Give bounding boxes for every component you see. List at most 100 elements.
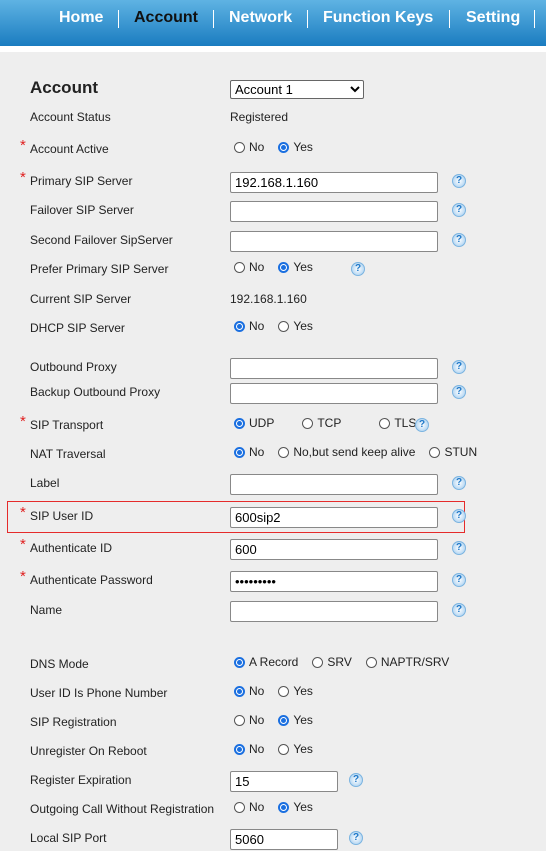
field-label: Account Status	[30, 110, 111, 124]
radio-circle[interactable]	[278, 685, 290, 697]
control-second-failover-sipserver	[230, 231, 438, 252]
row-outgoing-call-without-registration: Outgoing Call Without Registration No Yes	[0, 798, 546, 822]
radio-circle[interactable]	[312, 656, 324, 668]
radio-no[interactable]: No	[230, 713, 264, 727]
outbound-proxy-input[interactable]	[230, 358, 438, 379]
field-label: Local SIP Port	[30, 831, 107, 845]
backup-outbound-proxy-input[interactable]	[230, 383, 438, 404]
radio-no[interactable]: No	[230, 445, 264, 459]
radio-circle[interactable]	[278, 446, 290, 458]
radio-circle[interactable]	[234, 743, 245, 755]
radio-no[interactable]: No	[230, 684, 264, 698]
radio-yes[interactable]: Yes	[274, 319, 313, 333]
radio-no[interactable]: No	[230, 260, 264, 274]
failover-sip-server-input[interactable]	[230, 201, 438, 222]
radio-udp[interactable]: UDP	[230, 416, 274, 430]
control-local-sip-port	[230, 829, 338, 850]
row-current-sip-server: Current SIP Server 192.168.1.160	[0, 288, 546, 312]
radio-label: STUN	[444, 445, 478, 459]
radio-circle[interactable]	[234, 320, 245, 332]
help-icon[interactable]: ?	[452, 360, 466, 374]
row-sip-transport: * SIP Transport UDP TCP TLS?	[0, 413, 546, 438]
label-input[interactable]	[230, 474, 438, 495]
radio-yes[interactable]: Yes	[274, 260, 313, 274]
radio-label: No,but send keep alive	[293, 445, 416, 459]
radio-circle[interactable]	[278, 743, 290, 755]
radio-circle[interactable]	[234, 417, 245, 429]
help-icon[interactable]: ?	[452, 233, 466, 247]
register-expiration-input[interactable]	[230, 771, 338, 792]
radio-circle[interactable]	[278, 320, 290, 332]
radio-circle[interactable]	[234, 685, 245, 697]
control-account-status: Registered	[230, 110, 288, 124]
help-icon[interactable]: ?	[452, 203, 466, 217]
radio-label: No	[249, 319, 265, 333]
radio-circle[interactable]	[379, 417, 391, 429]
radio-naptr-srv[interactable]: NAPTR/SRV	[362, 655, 449, 669]
radio-no[interactable]: No	[230, 319, 264, 333]
nav-tab-setting[interactable]: Setting	[466, 9, 520, 27]
nav-tab-network[interactable]: Network	[229, 9, 292, 27]
radio-a-record[interactable]: A Record	[230, 655, 298, 669]
radio-no[interactable]: No	[230, 742, 264, 756]
radio-circle[interactable]	[278, 801, 290, 813]
radio-yes[interactable]: Yes	[274, 140, 313, 154]
help-icon[interactable]: ?	[349, 773, 363, 787]
local-sip-port-input[interactable]	[230, 829, 338, 850]
radio-yes[interactable]: Yes	[274, 742, 313, 756]
field-label: Authenticate ID	[30, 541, 113, 555]
radio-circle[interactable]	[365, 656, 377, 668]
help-icon[interactable]: ?	[452, 476, 466, 490]
row-primary-sip-server: * Primary SIP Server?	[0, 169, 546, 194]
name-input[interactable]	[230, 601, 438, 622]
radio-circle[interactable]	[429, 446, 441, 458]
help-icon[interactable]: ?	[349, 831, 363, 845]
radio-yes[interactable]: Yes	[274, 684, 313, 698]
field-label: NAT Traversal	[30, 447, 106, 461]
radio-circle[interactable]	[278, 714, 290, 726]
radio-label: No	[249, 713, 265, 727]
radio-circle[interactable]	[234, 141, 245, 153]
help-icon[interactable]: ?	[351, 262, 365, 276]
sip-user-id-input[interactable]	[230, 507, 438, 528]
field-label: Outbound Proxy	[30, 360, 117, 374]
nav-tab-home[interactable]: Home	[59, 9, 103, 27]
help-icon[interactable]: ?	[452, 573, 466, 587]
radio-circle[interactable]	[234, 714, 245, 726]
field-label: Register Expiration	[30, 773, 132, 787]
radio-tls[interactable]: TLS	[375, 416, 416, 430]
authenticate-id-input[interactable]	[230, 539, 438, 560]
radio-no[interactable]: No	[230, 140, 264, 154]
help-icon[interactable]: ?	[452, 385, 466, 399]
radio-circle[interactable]	[278, 261, 290, 273]
help-icon[interactable]: ?	[452, 603, 466, 617]
radio-yes[interactable]: Yes	[274, 713, 313, 727]
radio-stun[interactable]: STUN	[425, 445, 477, 459]
radio-circle[interactable]	[278, 141, 290, 153]
radio-yes[interactable]: Yes	[274, 800, 313, 814]
nav-tab-function-keys[interactable]: Function Keys	[323, 9, 433, 27]
required-asterisk: *	[20, 413, 26, 430]
radio-circle[interactable]	[234, 446, 245, 458]
account-select[interactable]: Account 1	[230, 80, 364, 99]
primary-sip-server-input[interactable]	[230, 172, 438, 193]
help-icon[interactable]: ?	[452, 541, 466, 555]
second-failover-sipserver-input[interactable]	[230, 231, 438, 252]
radio-srv[interactable]: SRV	[308, 655, 352, 669]
radio-tcp[interactable]: TCP	[298, 416, 341, 430]
radio-circle[interactable]	[234, 656, 245, 668]
field-label: Current SIP Server	[30, 292, 132, 306]
help-icon[interactable]: ?	[452, 174, 466, 188]
nav-tab-account[interactable]: Account	[134, 9, 198, 27]
radio-no[interactable]: No	[230, 800, 264, 814]
page-title: Account	[30, 78, 98, 97]
help-icon[interactable]: ?	[415, 418, 429, 432]
radio-circle[interactable]	[234, 801, 245, 813]
radio-circle[interactable]	[234, 261, 245, 273]
help-icon[interactable]: ?	[452, 509, 466, 523]
control-label	[230, 474, 438, 495]
authenticate-password-input[interactable]	[230, 571, 438, 592]
row-local-sip-port: Local SIP Port?	[0, 827, 546, 851]
radio-no-but-send-keep-alive[interactable]: No,but send keep alive	[274, 445, 415, 459]
radio-circle[interactable]	[302, 417, 314, 429]
